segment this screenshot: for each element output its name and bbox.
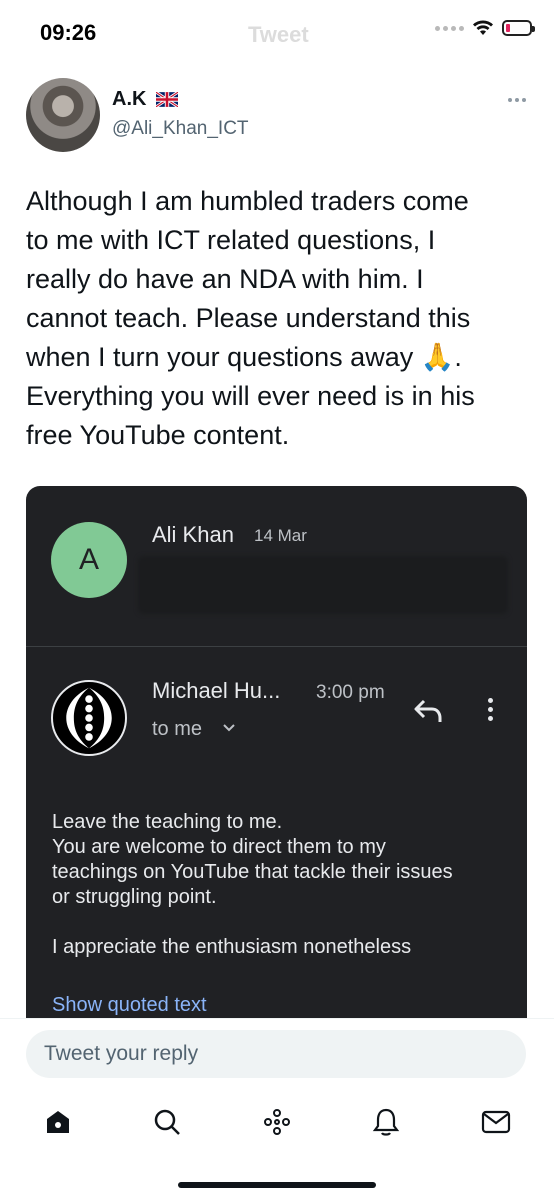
recipient-label: to me — [152, 718, 203, 740]
home-icon[interactable] — [38, 1102, 78, 1142]
tweet-author: A.K @Ali_Khan_ICT — [26, 78, 526, 158]
redacted-preview — [138, 556, 508, 614]
sender-avatar: A — [51, 522, 127, 598]
bottom-nav — [0, 1094, 554, 1150]
tweet-line: free YouTube content. — [26, 420, 290, 450]
uk-flag-icon — [156, 92, 178, 107]
tweet-line: Although I am humbled traders come — [26, 186, 469, 216]
status-time: 09:26 — [40, 20, 97, 45]
tweet-media-image[interactable]: A Ali Khan 14 Mar Michael Hu... 3:00 pm … — [26, 486, 527, 1026]
more-options-icon[interactable] — [508, 98, 526, 102]
ict-logo-icon — [51, 680, 127, 756]
more-vert-icon — [488, 698, 493, 721]
status-icons — [435, 20, 535, 36]
status-bar: 09:26 Tweet — [0, 0, 554, 64]
header-title: Tweet — [248, 22, 309, 47]
tweet-line: really do have an NDA with him. I — [26, 264, 424, 294]
signal-icon — [435, 25, 464, 31]
avatar[interactable] — [26, 78, 100, 152]
thread-date: 14 Mar — [254, 526, 307, 545]
tweet-text: Although I am humbled traders come to me… — [26, 182, 536, 455]
reply-input[interactable]: Tweet your reply — [26, 1030, 526, 1078]
show-quoted-text-link: Show quoted text — [52, 994, 207, 1016]
message-body: Leave the teaching to me. You are welcom… — [52, 810, 502, 960]
tweet-line: cannot teach. Please understand this — [26, 303, 471, 333]
message-line: Leave the teaching to me. — [52, 811, 283, 833]
chevron-down-icon — [223, 724, 235, 732]
message-closing: I appreciate the enthusiasm nonetheless — [52, 936, 412, 958]
tweet-line: Everything you will ever need is in his — [26, 381, 475, 411]
message-line: or struggling point. — [52, 886, 217, 908]
home-indicator — [178, 1182, 376, 1188]
tweet-line: to me with ICT related questions, I — [26, 225, 436, 255]
message-line: You are welcome to direct them to my — [52, 836, 386, 858]
divider — [26, 646, 527, 647]
author-handle[interactable]: @Ali_Khan_ICT — [112, 118, 249, 140]
tweet-line: when I turn your questions away 🙏. — [26, 342, 462, 372]
message-sender-name: Michael Hu... — [152, 678, 281, 703]
reply-arrow-icon — [414, 699, 442, 722]
spaces-icon[interactable] — [257, 1102, 297, 1142]
author-display-name[interactable]: A.K — [112, 88, 146, 111]
wifi-icon — [473, 20, 493, 35]
message-line: teachings on YouTube that tackle their i… — [52, 861, 453, 883]
battery-icon — [502, 20, 535, 36]
notifications-icon[interactable] — [366, 1102, 406, 1142]
thread-sender-name: Ali Khan — [152, 522, 234, 547]
reply-placeholder: Tweet your reply — [44, 1042, 199, 1065]
messages-icon[interactable] — [476, 1102, 516, 1142]
search-icon[interactable] — [147, 1102, 187, 1142]
message-time: 3:00 pm — [316, 682, 385, 703]
